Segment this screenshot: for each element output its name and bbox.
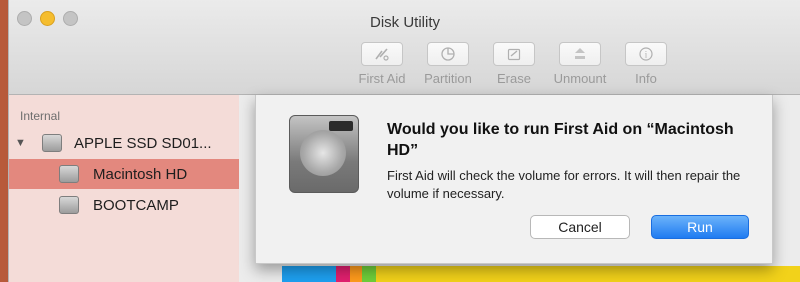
unmount-label: Unmount: [553, 71, 607, 86]
sidebar-item-label: Macintosh HD: [93, 165, 188, 183]
volume-icon: [59, 196, 79, 214]
toolbar: First Aid Partition Erase Unmount i Info: [353, 42, 675, 86]
erase-icon: [493, 42, 535, 66]
usage-segment: [282, 266, 336, 282]
sidebar-item-label: APPLE SSD SD01...: [74, 134, 212, 152]
volume-icon: [59, 165, 79, 183]
usage-segment: [350, 266, 362, 282]
partition-label: Partition: [424, 71, 472, 86]
run-button[interactable]: Run: [651, 215, 749, 239]
first-aid-button[interactable]: First Aid: [353, 42, 411, 86]
drive-icon: [42, 134, 62, 152]
hard-drive-icon: [289, 115, 359, 193]
erase-label: Erase: [497, 71, 531, 86]
cancel-button[interactable]: Cancel: [530, 215, 630, 239]
unmount-icon: [559, 42, 601, 66]
sidebar: Internal ▼ APPLE SSD SD01... Macintosh H…: [9, 95, 239, 282]
erase-button[interactable]: Erase: [485, 42, 543, 86]
window-title: Disk Utility: [370, 14, 440, 31]
usage-segment: [336, 266, 350, 282]
sidebar-item-macintosh-hd[interactable]: Macintosh HD: [9, 159, 239, 189]
svg-text:i: i: [645, 50, 648, 60]
disclosure-triangle-icon[interactable]: ▼: [15, 137, 26, 149]
first-aid-dialog: Would you like to run First Aid on “Maci…: [255, 95, 773, 264]
partition-icon: [427, 42, 469, 66]
first-aid-icon: [361, 42, 403, 66]
dialog-question: Would you like to run First Aid on “Maci…: [387, 121, 734, 159]
usage-bar: [282, 266, 800, 282]
info-icon: i: [625, 42, 667, 66]
dialog-description: First Aid will check the volume for erro…: [387, 168, 741, 201]
sidebar-section-internal: Internal: [20, 109, 61, 123]
info-button[interactable]: i Info: [617, 42, 675, 86]
first-aid-label: First Aid: [358, 71, 406, 86]
sidebar-item-bootcamp[interactable]: BOOTCAMP: [9, 190, 239, 220]
info-label: Info: [635, 71, 657, 86]
title-bar: Disk Utility First Aid Partition Erase U…: [9, 0, 800, 95]
usage-segment: [362, 266, 376, 282]
unmount-button[interactable]: Unmount: [551, 42, 609, 86]
sidebar-item-label: BOOTCAMP: [93, 196, 179, 214]
partition-button[interactable]: Partition: [419, 42, 477, 86]
sidebar-item-apple-ssd[interactable]: ▼ APPLE SSD SD01...: [9, 128, 239, 158]
